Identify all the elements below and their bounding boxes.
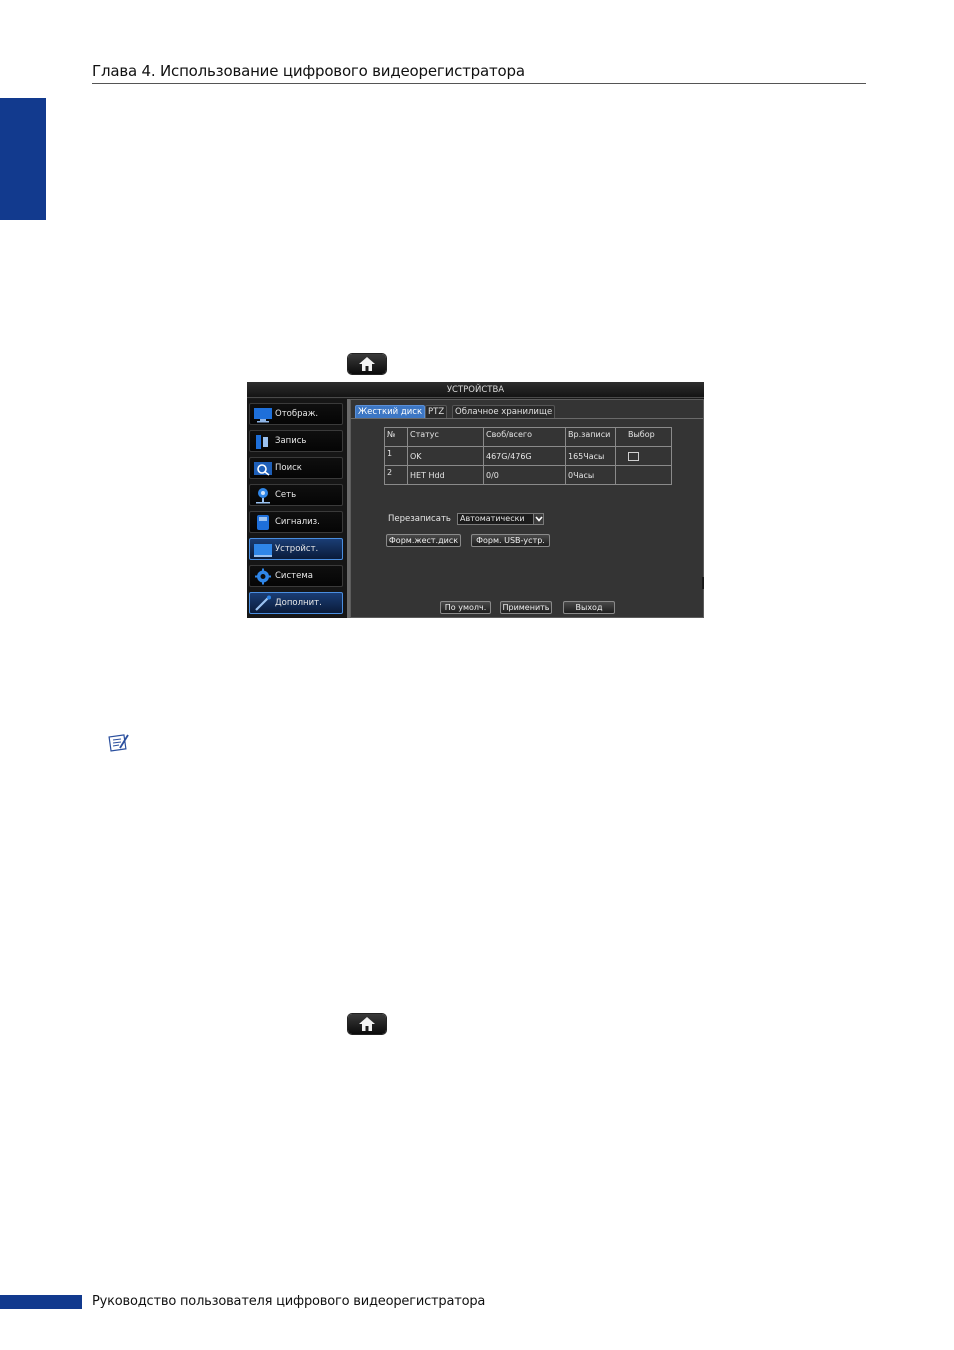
exit-button[interactable]: Выход [563,601,615,614]
menu-item-label: Устройст. [275,544,319,554]
menu-item-device[interactable]: Устройст. [249,538,343,560]
table-header-row: № Статус Своб/всего Вр.записи Выбор [384,427,672,447]
table-cell: 0/0 [483,465,566,485]
alarm-icon [257,515,269,530]
menu-item-label: Сигнализ. [275,517,320,527]
menu-item-label: Отображ. [275,409,319,419]
dvr-device-settings-screen: УСТРОЙСТВА Отображ. Запись Поиск Сеть Си… [247,382,704,618]
table-cell-select [615,446,672,466]
side-tab-marker [0,98,46,220]
table-row[interactable]: 1 OK 467G/476G 165Часы [384,446,672,466]
format-usb-button[interactable]: Форм. USB-устр. [471,534,550,547]
note-icon [108,734,129,752]
table-header-cell: Своб/всего [483,427,566,447]
default-button[interactable]: По умолч. [440,601,491,614]
table-cell: 467G/476G [483,446,566,466]
menu-item-alarm[interactable]: Сигнализ. [249,511,343,533]
home-icon [359,1017,375,1031]
header-divider [92,83,866,84]
overwrite-select[interactable]: Автоматически [457,513,544,525]
device-icon [254,544,272,557]
menu-item-label: Поиск [275,463,302,473]
hdd-table: № Статус Своб/всего Вр.записи Выбор 1 OK… [384,427,672,485]
table-cell: OK [407,446,484,466]
chevron-down-icon [533,514,543,524]
menu-item-label: Запись [275,436,307,446]
menu-item-record[interactable]: Запись [249,430,343,452]
page-header-title: Глава 4. Использование цифрового видеоре… [92,62,525,80]
menu-item-search[interactable]: Поиск [249,457,343,479]
dvr-window-title: УСТРОЙСТВА [247,382,704,398]
table-cell: 1 [384,446,408,466]
table-row[interactable]: 2 НЕТ Hdd 0/0 0Часы [384,465,672,485]
table-cell: 0Часы [565,465,616,485]
home-button-icon [348,1014,386,1034]
menu-item-advanced[interactable]: Дополнит. [249,592,343,614]
table-header-cell: Статус [407,427,484,447]
menu-item-label: Система [275,571,313,581]
home-icon [359,357,375,371]
table-cell: 165Часы [565,446,616,466]
apply-button[interactable]: Применить [500,601,552,614]
table-header-cell: № [384,427,408,447]
search-icon [254,462,272,476]
table-cell: 2 [384,465,408,485]
network-icon [256,488,270,504]
table-header-cell: Выбор [615,427,672,447]
select-checkbox[interactable] [628,452,639,461]
table-cell [615,465,672,485]
dvr-main-menu: Отображ. Запись Поиск Сеть Сигнализ. Уст… [247,399,347,618]
overwrite-label: Перезаписать [388,514,451,524]
menu-item-display[interactable]: Отображ. [249,403,343,425]
tab-cloud-storage[interactable]: Облачное хранилище [452,405,556,418]
tab-ptz[interactable]: PTZ [425,405,448,418]
gear-icon [255,568,271,585]
menu-item-system[interactable]: Система [249,565,343,587]
table-header-cell: Вр.записи [565,427,616,447]
tab-divider [351,418,703,419]
footer-marker [0,1295,82,1309]
monitor-icon [254,408,272,423]
dvr-content-panel: Жесткий диск PTZ Облачное хранилище № Ст… [350,399,704,618]
page-footer-text: Руководство пользователя цифрового видео… [92,1294,486,1309]
tab-hdd[interactable]: Жесткий диск [355,405,426,418]
menu-item-label: Сеть [275,490,297,500]
table-cell: НЕТ Hdd [407,465,484,485]
overwrite-select-value: Автоматически [460,514,525,523]
home-button-icon [348,354,386,374]
menu-item-network[interactable]: Сеть [249,484,343,506]
tools-icon [255,595,271,611]
record-icon [256,435,268,449]
format-hdd-button[interactable]: Форм.жест.диск [386,534,461,547]
scrollbar-marker [702,577,704,589]
menu-item-label: Дополнит. [275,598,322,608]
